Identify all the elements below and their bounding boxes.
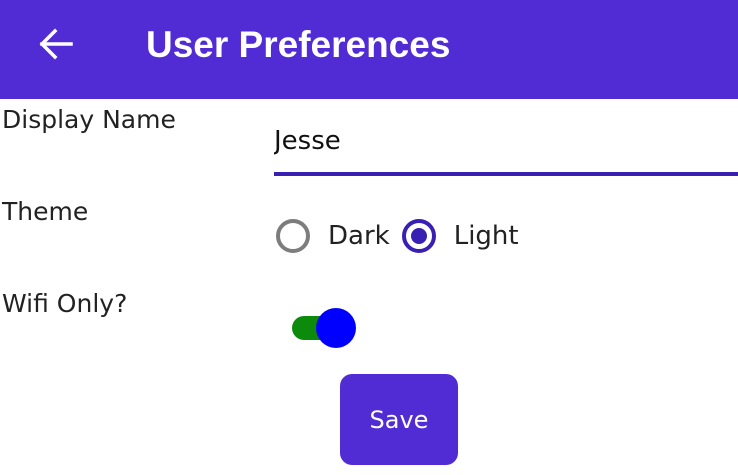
arrow-left-icon: [39, 28, 73, 60]
back-button[interactable]: [30, 22, 82, 66]
toggle-thumb[interactable]: [316, 308, 356, 348]
save-button[interactable]: Save: [340, 374, 458, 465]
display-name-label: Display Name: [2, 105, 176, 134]
page-title: User Preferences: [146, 24, 451, 65]
wifi-only-toggle[interactable]: [290, 306, 360, 350]
app-bar: User Preferences: [0, 0, 738, 99]
theme-option-light-label: Light: [453, 221, 519, 251]
wifi-only-label: Wifi Only?: [2, 289, 128, 318]
radio-unchecked-icon[interactable]: [276, 219, 310, 253]
theme-option-light[interactable]: Light: [401, 219, 519, 253]
radio-checked-icon[interactable]: [401, 219, 436, 253]
display-name-field[interactable]: [274, 120, 738, 176]
theme-label: Theme: [2, 197, 89, 226]
display-name-input[interactable]: [274, 126, 738, 156]
theme-option-dark[interactable]: Dark: [276, 219, 390, 253]
theme-radio-group: Dark Light: [276, 214, 519, 258]
theme-option-dark-label: Dark: [328, 221, 390, 251]
